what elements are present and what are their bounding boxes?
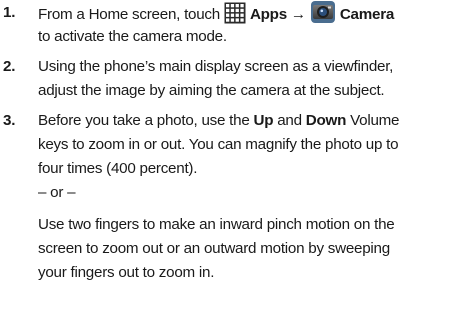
camera-label: Camera [339, 6, 395, 23]
apps-label: Apps [249, 6, 287, 23]
down-key-label: Down [305, 112, 347, 129]
step-text: screen to zoom out or an outward motion … [38, 240, 390, 257]
step-text: Volume [346, 112, 400, 129]
camera-icon [310, 0, 336, 33]
step-text: your fingers out to zoom in. [38, 264, 215, 281]
instruction-list: 1. From a Home screen, touch Apps → Came… [0, 0, 472, 332]
or-separator: – or – [38, 184, 76, 201]
apps-grid-icon [224, 2, 246, 33]
step-text: Before you take a photo, use the [38, 112, 254, 129]
up-key-label: Up [253, 112, 274, 129]
step-text: Using the phone’s main display screen as… [38, 58, 394, 75]
arrow-right-icon: → [290, 6, 306, 23]
step-text: adjust the image by aiming the camera at… [38, 82, 385, 99]
step-number: 2. [3, 58, 16, 75]
step-text: Use two fingers to make an inward pinch … [38, 216, 395, 233]
step-number: 3. [3, 112, 16, 129]
step-text: four times (400 percent). [38, 160, 198, 177]
step-3-line-1: Before you take a photo, use the Up and … [38, 108, 400, 134]
step-text: From a Home screen, touch [38, 6, 224, 23]
step-text: to activate the camera mode. [38, 28, 227, 45]
step-number: 1. [3, 4, 16, 21]
step-text: and [273, 112, 306, 129]
step-text: keys to zoom in or out. You can magnify … [38, 136, 399, 153]
